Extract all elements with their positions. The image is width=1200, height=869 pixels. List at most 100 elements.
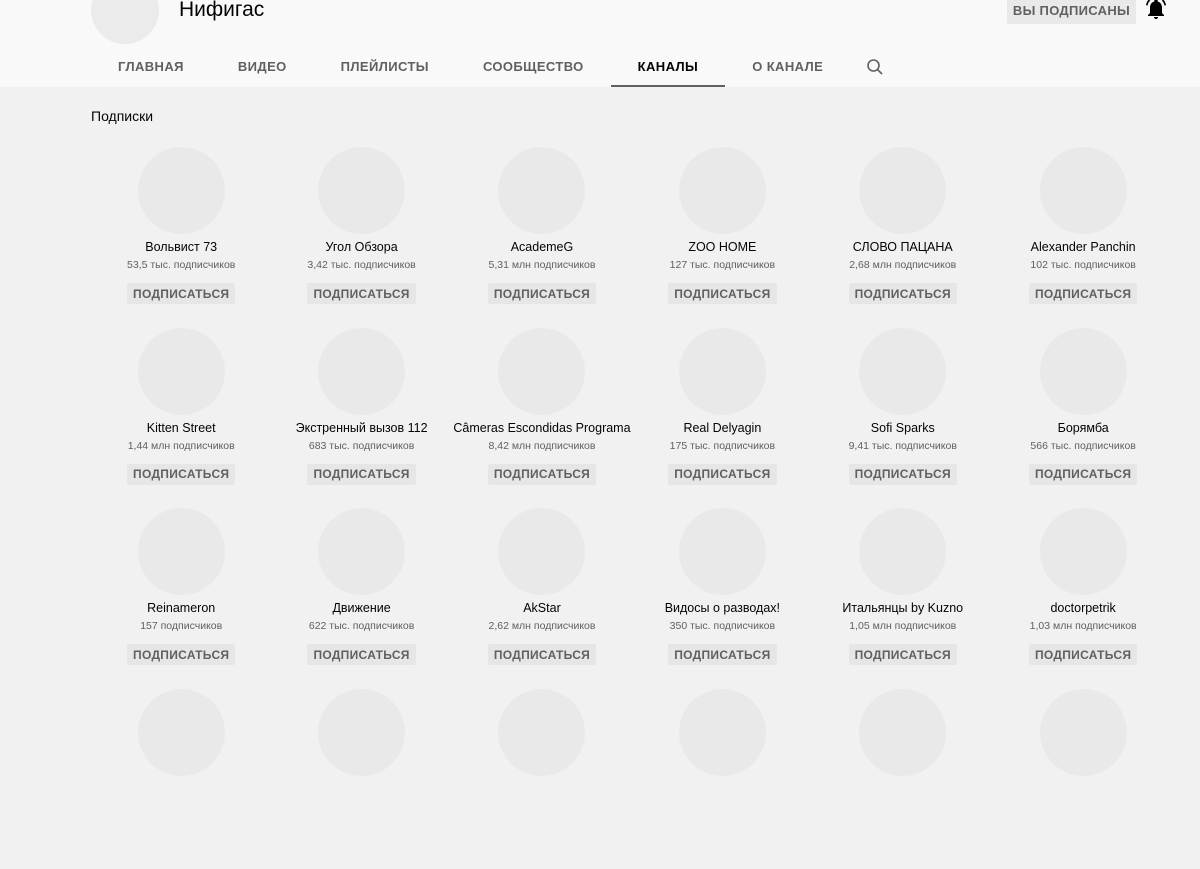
channel-card-name[interactable]: Sofi Sparks [871,420,935,436]
channel-card-name[interactable]: Движение [332,600,390,616]
channel-card-name[interactable]: Экстренный вызов 112 [296,420,428,436]
channel-card-subscribers: 8,42 млн подписчиков [488,440,595,453]
channel-card: AkStar 2,62 млн подписчиков ПОДПИСАТЬСЯ [452,508,632,689]
channel-card-subscribers: 175 тыс. подписчиков [670,440,775,453]
channel-card-avatar[interactable] [498,147,585,234]
channel-card-avatar[interactable] [498,508,585,595]
subscribe-button[interactable]: ПОДПИСАТЬСЯ [1029,283,1137,304]
tab-videos[interactable]: ВИДЕО [211,46,314,87]
channel-card: Sofi Sparks 9,41 тыс. подписчиков ПОДПИСАТ… [813,328,993,509]
subscribe-button[interactable]: ПОДПИСАТЬСЯ [307,464,415,485]
channel-card-subscribers: 566 тыс. подписчиков [1030,440,1135,453]
channel-card-name[interactable]: Kitten Street [147,420,216,436]
tab-about[interactable]: О КАНАЛЕ [725,46,850,87]
channel-card-avatar[interactable] [679,328,766,415]
subscribe-button[interactable]: ПОДПИСАТЬСЯ [307,644,415,665]
channel-card-avatar[interactable] [318,147,405,234]
channel-card [632,689,812,869]
subscribe-button[interactable]: ПОДПИСАТЬСЯ [127,283,235,304]
channel-card-subscribers: 157 подписчиков [140,620,222,633]
subscribe-button[interactable]: ПОДПИСАТЬСЯ [488,644,596,665]
channel-card-subscribers: 102 тыс. подписчиков [1030,259,1135,272]
channel-card-name[interactable]: Вольвист 73 [145,239,217,255]
channel-card-avatar[interactable] [138,147,225,234]
channel-name: Нифигас [179,0,264,24]
subscribe-button[interactable]: ПОДПИСАТЬСЯ [668,644,776,665]
channel-card-avatar[interactable] [859,689,946,776]
channel-card: Alexander Panchin 102 тыс. подписчиков ПОД… [993,147,1173,328]
subscribe-button[interactable]: ПОДПИСАТЬСЯ [488,283,596,304]
channel-card-avatar[interactable] [679,508,766,595]
channel-card-avatar[interactable] [138,328,225,415]
channel-card [271,689,451,869]
channel-card-name[interactable]: doctorpetrik [1050,600,1115,616]
subscribe-button[interactable]: ПОДПИСАТЬСЯ [1029,464,1137,485]
tab-channels[interactable]: КАНАЛЫ [611,46,726,87]
channel-card-avatar[interactable] [318,328,405,415]
channel-card [452,689,632,869]
subscribe-button[interactable]: ПОДПИСАТЬСЯ [307,283,415,304]
subscribe-button[interactable]: ПОДПИСАТЬСЯ [488,464,596,485]
channel-card-subscribers: 1,03 млн подписчиков [1030,620,1137,633]
channel-card-avatar[interactable] [1040,147,1127,234]
channel-card-avatar[interactable] [1040,508,1127,595]
channel-card: Вольвист 73 53,5 тыс. подписчиков ПОДПИСАТ… [91,147,271,328]
channel-avatar[interactable] [91,0,159,44]
channel-card-avatar[interactable] [1040,328,1127,415]
channel-card [91,689,271,869]
channel-card-name[interactable]: AcademeG [511,239,574,255]
subscribe-button[interactable]: ПОДПИСАТЬСЯ [849,464,957,485]
channel-card-name[interactable]: Угол Обзора [326,239,398,255]
channel-card-name[interactable]: Alexander Panchin [1031,239,1136,255]
channel-card-subscribers: 53,5 тыс. подписчиков [127,259,235,272]
subscribe-button[interactable]: ПОДПИСАТЬСЯ [849,644,957,665]
channel-card: Борямба 566 тыс. подписчиков ПОДПИСАТЬСЯ [993,328,1173,509]
subscribed-button[interactable]: ВЫ ПОДПИСАНЫ [1007,0,1136,24]
subscribe-button[interactable]: ПОДПИСАТЬСЯ [668,283,776,304]
channel-card-name[interactable]: Real Delyagin [683,420,761,436]
channel-card-name[interactable]: Итальянцы by Kuzno [842,600,963,616]
section-title: Подписки [91,108,153,124]
tab-playlists[interactable]: ПЛЕЙЛИСТЫ [314,46,456,87]
channel-card-name[interactable]: Видосы о разводах! [665,600,780,616]
channel-card-subscribers: 622 тыс. подписчиков [309,620,414,633]
channel-card-avatar[interactable] [1040,689,1127,776]
channel-card-subscribers: 2,62 млн подписчиков [488,620,595,633]
channel-tabs: ГЛАВНАЯВИДЕОПЛЕЙЛИСТЫСООБЩЕСТВОКАНАЛЫО К… [91,46,895,87]
channel-card-name[interactable]: СЛОВО ПАЦАНА [853,239,953,255]
channel-card-name[interactable]: Борямба [1058,420,1109,436]
channel-card-avatar[interactable] [138,508,225,595]
channel-card: Экстренный вызов 112 683 тыс. подписчиков… [271,328,451,509]
channel-card-subscribers: 2,68 млн подписчиков [849,259,956,272]
channel-card-avatar[interactable] [859,508,946,595]
channel-card-avatar[interactable] [679,147,766,234]
channel-card: Видосы о разводах!350 тыс. подписчиковПО… [632,508,812,689]
search-icon[interactable] [855,46,895,87]
channel-card-subscribers: 683 тыс. подписчиков [309,440,414,453]
channel-card [813,689,993,869]
channel-card-name[interactable]: Reinameron [147,600,215,616]
channel-card-avatar[interactable] [859,328,946,415]
channel-card-avatar[interactable] [859,147,946,234]
channel-card-name[interactable]: ZOO HOME [688,239,756,255]
subscribe-button[interactable]: ПОДПИСАТЬСЯ [1029,644,1137,665]
bell-icon[interactable] [1146,0,1166,20]
channel-card-avatar[interactable] [498,689,585,776]
channel-card-avatar[interactable] [318,508,405,595]
subscribe-button[interactable]: ПОДПИСАТЬСЯ [849,283,957,304]
channel-card: ZOO HOME127 тыс. подписчиковПОДПИСАТЬСЯ [632,147,812,328]
channel-card-avatar[interactable] [498,328,585,415]
channel-card-avatar[interactable] [318,689,405,776]
channel-card-subscribers: 9,41 тыс. подписчиков [849,440,957,453]
channel-card-avatar[interactable] [138,689,225,776]
channels-grid: Вольвист 73 53,5 тыс. подписчиков ПОДПИСАТ… [91,147,1171,869]
subscribe-button[interactable]: ПОДПИСАТЬСЯ [668,464,776,485]
channel-card-name[interactable]: AkStar [523,600,561,616]
tab-community[interactable]: СООБЩЕСТВО [456,46,611,87]
channel-card-name[interactable]: Câmeras Escondidas Programa [453,420,630,436]
channel-card: Угол Обзора3,42 тыс. подписчиковПОДПИСАТ… [271,147,451,328]
subscribe-button[interactable]: ПОДПИСАТЬСЯ [127,464,235,485]
channel-card-avatar[interactable] [679,689,766,776]
tab-home[interactable]: ГЛАВНАЯ [91,46,211,87]
subscribe-button[interactable]: ПОДПИСАТЬСЯ [127,644,235,665]
